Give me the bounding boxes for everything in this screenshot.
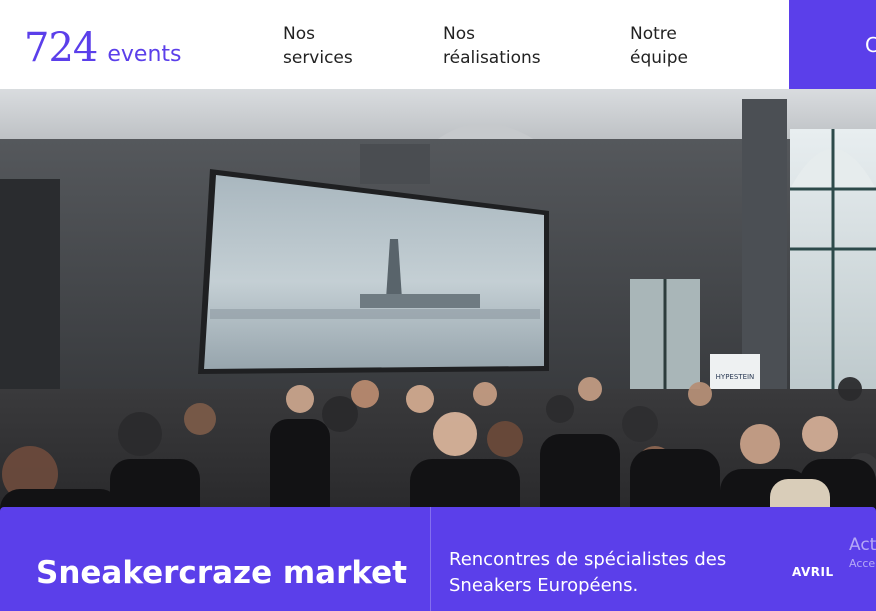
nav-item-line: réalisations <box>443 48 541 68</box>
nav-item-realisations[interactable]: Nos réalisations <box>443 22 541 70</box>
nav-item-line: services <box>283 48 353 68</box>
divider <box>430 507 431 611</box>
nav-item-services[interactable]: Nos services <box>283 22 353 70</box>
logo-word: events <box>107 42 182 67</box>
contact-button-label: C <box>865 32 876 57</box>
nav-item-equipe[interactable]: Notre équipe <box>630 22 688 70</box>
nav-item-line: Nos <box>283 24 315 44</box>
hypestein-sign: HYPESTEIN <box>716 373 755 381</box>
event-month: AVRIL <box>792 565 834 579</box>
nav-item-line: Nos <box>443 24 475 44</box>
watermark-line: Acce <box>849 557 876 570</box>
nav-item-line: Notre <box>630 24 677 44</box>
site-header: 724 events Nos services Nos réalisations… <box>0 0 876 89</box>
event-title: Sneakercraze market <box>36 555 408 591</box>
event-description: Rencontres de spécialistes des Sneakers … <box>449 549 727 596</box>
featured-event-banner[interactable]: Sneakercraze market Rencontres de spécia… <box>0 507 876 611</box>
activate-windows-watermark: Act Acce <box>849 535 876 570</box>
logo[interactable]: 724 events <box>24 28 181 68</box>
watermark-line: Act <box>849 535 876 555</box>
nav-item-line: équipe <box>630 48 688 68</box>
contact-button[interactable]: C <box>789 0 876 89</box>
logo-number: 724 <box>24 25 98 71</box>
